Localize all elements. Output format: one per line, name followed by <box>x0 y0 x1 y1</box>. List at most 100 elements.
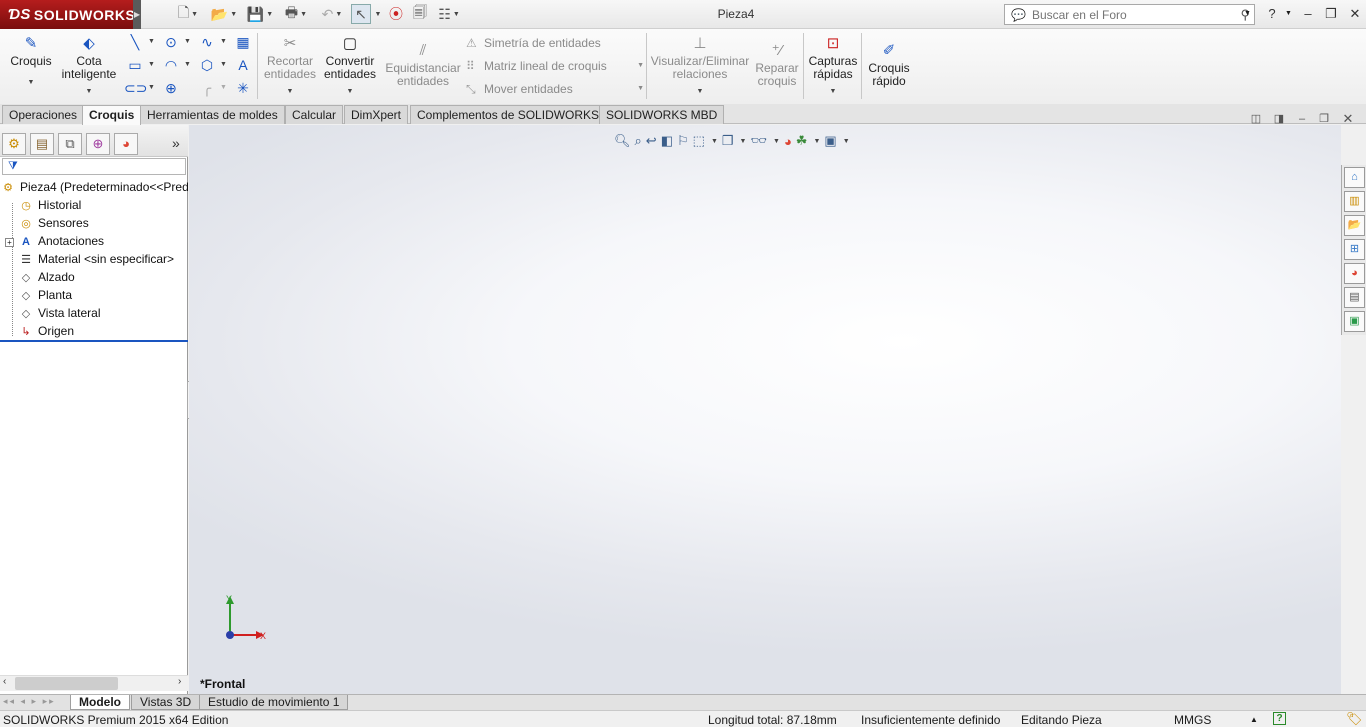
croquis-rapido-button[interactable]: ✐ Croquis rápido <box>864 42 914 88</box>
recortar-entidades-button[interactable]: ✂ Recortar entidades ▼ <box>262 35 318 98</box>
property-manager-tab-icon[interactable]: ▤ <box>30 133 54 155</box>
cota-inteligente-button[interactable]: ⬖ Cota inteligente ▼ <box>58 35 120 98</box>
scroll-right-icon[interactable]: › <box>178 676 181 687</box>
save-button[interactable]: 💾 ▼ <box>244 4 276 24</box>
tag-icon[interactable]: 🏷︎ <box>1346 711 1363 727</box>
arc-tool[interactable]: ◠ <box>160 55 182 75</box>
view-settings-icon[interactable]: ▣ <box>824 133 836 149</box>
visualizar-relaciones-button[interactable]: ⊥ Visualizar/Eliminar relaciones ▼ <box>650 35 750 98</box>
fillet-dropdown-icon[interactable]: ▼ <box>220 78 228 98</box>
print-button[interactable]: 🖶 ▼ <box>280 4 312 24</box>
polygon-dropdown-icon[interactable]: ▼ <box>220 55 228 75</box>
dimxpert-manager-tab-icon[interactable]: ⊕ <box>86 133 110 155</box>
tree-root[interactable]: ⚙ Pieza4 (Predeterminado<<Predeterminado>… <box>0 178 188 196</box>
tab-estudio-movimiento[interactable]: Estudio de movimiento 1 <box>199 695 349 710</box>
rectangle-dropdown-icon[interactable]: ▼ <box>148 55 156 75</box>
tab-croquis[interactable]: Croquis <box>82 105 142 125</box>
configuration-manager-tab-icon[interactable]: ⧉ <box>58 133 82 155</box>
capturas-rapidas-button[interactable]: ⊡ Capturas rápidas ▼ <box>806 35 860 98</box>
scroll-left-icon[interactable]: ‹ <box>3 676 6 687</box>
point-tool[interactable]: ⊕ <box>160 78 182 98</box>
chevron-down-icon[interactable]: ▼ <box>773 138 780 145</box>
line-dropdown-icon[interactable]: ▼ <box>148 32 156 52</box>
file-properties-button[interactable]: 🗐 <box>411 4 429 24</box>
fillet-tool[interactable]: ╭ <box>196 78 218 98</box>
rebuild-button[interactable]: ⦿ <box>388 4 404 24</box>
undo-button[interactable]: ↶ ▼ <box>316 4 348 24</box>
tab-mbd[interactable]: SOLIDWORKS MBD <box>599 105 725 124</box>
tree-item-alzado[interactable]: ◇ Alzado <box>0 268 188 286</box>
appearances-icon[interactable]: ◕ <box>1344 263 1365 284</box>
zoom-to-area-icon[interactable]: ⌕ <box>635 133 642 149</box>
select-dropdown[interactable]: ▼ <box>372 4 382 24</box>
restore-button[interactable]: ❐ <box>1322 6 1340 22</box>
polygon-tool[interactable]: ⬡ <box>196 55 218 75</box>
scrollbar-thumb[interactable] <box>15 677 118 690</box>
text-tool[interactable]: A <box>232 55 254 75</box>
menu-expand-icon[interactable]: ▶ <box>133 0 141 29</box>
viewport-close-icon[interactable]: ✕ <box>1340 112 1356 126</box>
convertir-entidades-button[interactable]: ▢ Convertir entidades ▼ <box>322 35 378 98</box>
matriz-lineal-button[interactable]: ⠿ Matriz lineal de croquis ▼ <box>466 56 644 76</box>
viewport-tile-icon[interactable]: ◫ <box>1248 112 1264 126</box>
spline-tool[interactable]: ∿ <box>196 32 218 52</box>
solidworks-logo[interactable]: ƊS SOLIDWORKS <box>0 0 135 29</box>
expand-panel-icon[interactable]: » <box>172 135 180 151</box>
viewport-restore-icon[interactable]: ❐ <box>1316 112 1332 126</box>
tab-dimxpert[interactable]: DimXpert <box>344 105 409 124</box>
new-document-button[interactable]: 🗋 ▼ <box>172 4 204 24</box>
tab-herramientas-moldes[interactable]: Herramientas de moldes <box>140 105 285 124</box>
chevron-down-icon[interactable]: ▼ <box>740 138 747 145</box>
help-button[interactable]: ? <box>1263 6 1281 22</box>
previous-view-icon[interactable]: ↩ <box>646 133 657 149</box>
rollback-bar[interactable] <box>0 340 188 342</box>
view-palette-icon[interactable]: ⊞ <box>1344 239 1365 260</box>
grid-snap-tool[interactable]: ▦ <box>232 32 254 52</box>
options-button[interactable]: ☷ ▼ <box>434 4 464 24</box>
spline-dropdown-icon[interactable]: ▼ <box>220 32 228 52</box>
reparar-croquis-button[interactable]: ⁺⁄ Reparar croquis <box>754 42 800 88</box>
tab-calcular[interactable]: Calcular <box>285 105 344 124</box>
units-selector[interactable]: MMGS <box>1174 713 1211 727</box>
units-up-icon[interactable]: ▲ <box>1250 715 1258 724</box>
viewport-tile-2-icon[interactable]: ◨ <box>1271 112 1287 126</box>
graphics-area[interactable] <box>189 125 1341 695</box>
tree-item-sensores[interactable]: ◎ Sensores <box>0 214 188 232</box>
tab-modelo[interactable]: Modelo <box>70 695 130 710</box>
tab-operaciones[interactable]: Operaciones <box>2 105 85 124</box>
minimize-button[interactable]: ‒ <box>1299 6 1317 22</box>
tab-vistas-3d[interactable]: Vistas 3D <box>131 695 201 710</box>
file-explorer-icon[interactable]: 📂 <box>1344 215 1365 236</box>
line-tool[interactable]: ╲ <box>124 32 146 52</box>
section-view-icon[interactable]: ◧ <box>661 133 673 149</box>
tree-item-historial[interactable]: ◷ Historial <box>0 196 188 214</box>
search-dropdown[interactable]: ▼ <box>1244 10 1251 17</box>
construction-tool[interactable]: ✳ <box>232 78 254 98</box>
apply-scene-icon[interactable]: ☘ <box>796 133 808 149</box>
slot-dropdown-icon[interactable]: ▼ <box>148 78 156 98</box>
dynamic-annotation-icon[interactable]: ⚐ <box>677 133 689 149</box>
tab-complementos[interactable]: Complementos de SOLIDWORKS <box>410 105 607 124</box>
search-input[interactable] <box>1031 7 1241 22</box>
circle-tool[interactable]: ⊙ <box>160 32 182 52</box>
forum-icon[interactable]: ▣ <box>1344 311 1365 332</box>
select-button[interactable]: ↖ <box>351 4 371 24</box>
help-dropdown-icon[interactable]: ▼ <box>1285 10 1292 17</box>
zoom-to-fit-icon[interactable]: 🔍︎ <box>614 133 631 149</box>
chevron-down-icon[interactable]: ▼ <box>843 138 850 145</box>
filter-bar[interactable]: ⧩ <box>2 158 186 175</box>
feature-manager-tab-icon[interactable]: ⚙ <box>2 133 26 155</box>
tree-item-vista-lateral[interactable]: ◇ Vista lateral <box>0 304 188 322</box>
close-button[interactable]: ✕ <box>1346 6 1364 22</box>
display-manager-tab-icon[interactable]: ◕ <box>114 133 138 155</box>
view-orientation-icon[interactable]: ⬚ <box>693 133 705 149</box>
equidistanciar-entidades-button[interactable]: ⫽ Equidistanciar entidades <box>383 42 463 88</box>
simetria-entidades-button[interactable]: ⚠ Simetría de entidades <box>466 33 644 53</box>
tree-item-planta[interactable]: ◇ Planta <box>0 286 188 304</box>
edit-appearance-icon[interactable]: ◕ <box>784 134 792 149</box>
tree-item-origen[interactable]: ↳ Origen <box>0 322 188 340</box>
chevron-down-icon[interactable]: ▼ <box>711 138 718 145</box>
tab-scroll-arrows-icon[interactable]: ◂◂ ◂ ▸ ▸▸ <box>3 696 56 707</box>
slot-tool[interactable]: ⊂⊃ <box>124 78 147 98</box>
chevron-down-icon[interactable]: ▼ <box>813 138 820 145</box>
